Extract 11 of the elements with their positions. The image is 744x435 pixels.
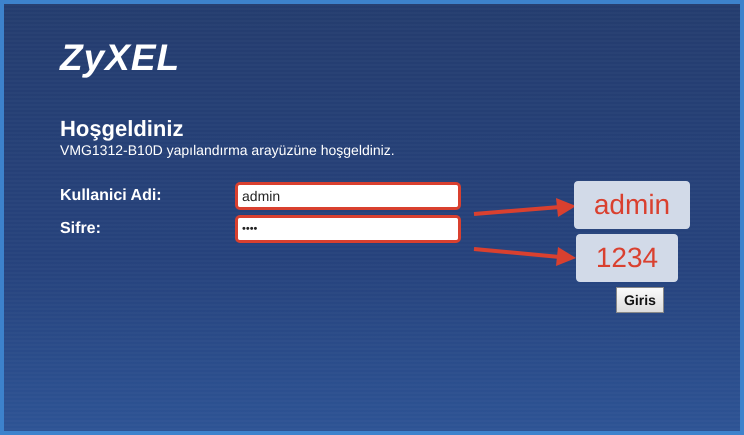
logo: ZyXEL [60, 38, 180, 78]
field-label: Sifre: [60, 220, 102, 238]
field-label: Kullanici Adi: [60, 187, 163, 205]
login-button[interactable]: Giris [616, 287, 664, 313]
input-field[interactable]: admin [235, 182, 461, 210]
annotation-label: admin [574, 181, 690, 229]
annotation-label: 1234 [576, 234, 678, 282]
arrow-icon [472, 244, 578, 268]
welcome-text: VMG1312-B10D yapılandırma arayüzüne hoşgeldiniz. [60, 142, 395, 158]
welcome-heading: Hoşgeldiniz [60, 116, 184, 142]
password-field[interactable]: •••• [235, 215, 461, 243]
